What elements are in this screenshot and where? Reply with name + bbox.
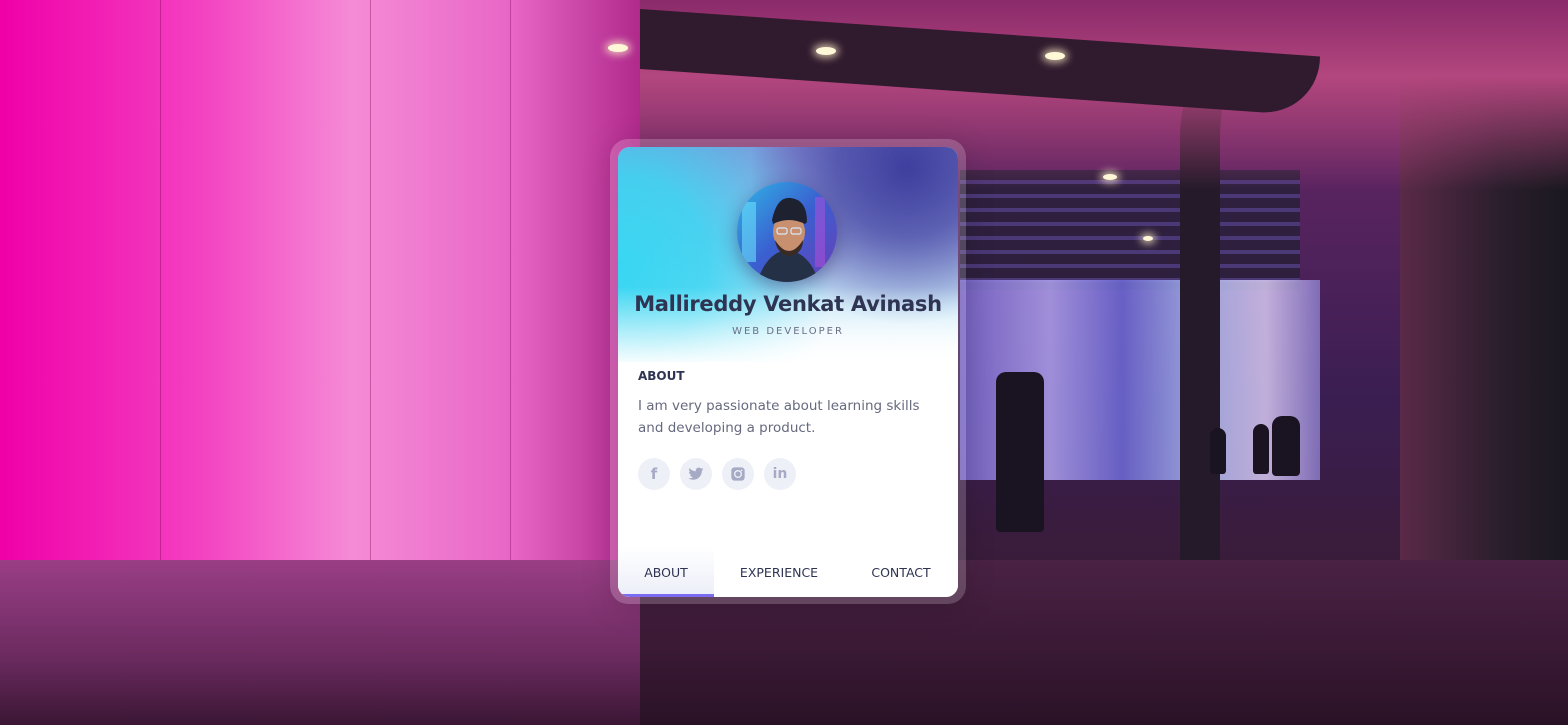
social-links: f in (638, 458, 796, 490)
ceiling-light (1143, 236, 1153, 241)
linkedin-link[interactable]: in (764, 458, 796, 490)
ceiling-light (608, 44, 628, 52)
instagram-icon (731, 467, 745, 481)
facebook-icon: f (650, 465, 658, 483)
walking-person-silhouette (996, 372, 1044, 532)
ceiling-light (1103, 174, 1117, 180)
tab-experience[interactable]: EXPERIENCE (714, 547, 844, 597)
walking-person-silhouette (1210, 428, 1226, 474)
instagram-link[interactable] (722, 458, 754, 490)
profile-role: WEB DEVELOPER (732, 326, 844, 337)
profile-tabs: ABOUT EXPERIENCE CONTACT (618, 547, 958, 597)
linkedin-icon: in (772, 466, 788, 482)
walking-person-silhouette (1253, 424, 1269, 474)
twitter-link[interactable] (680, 458, 712, 490)
avatar (737, 182, 837, 282)
about-section-text: I am very passionate about learning skil… (638, 398, 920, 436)
profile-name: Mallireddy Venkat Avinash (634, 292, 942, 316)
facebook-link[interactable]: f (638, 458, 670, 490)
tunnel-floor-reflection (0, 560, 640, 725)
twitter-icon (688, 467, 704, 480)
ceiling-light (1045, 52, 1065, 60)
profile-card: Mallireddy Venkat Avinash WEB DEVELOPER … (618, 147, 958, 597)
tab-about[interactable]: ABOUT (618, 547, 714, 597)
walking-person-silhouette (1272, 416, 1300, 476)
avatar-photo (737, 182, 837, 282)
about-section-title: ABOUT (638, 369, 685, 383)
ceiling-light (816, 47, 836, 55)
tab-contact[interactable]: CONTACT (844, 547, 958, 597)
